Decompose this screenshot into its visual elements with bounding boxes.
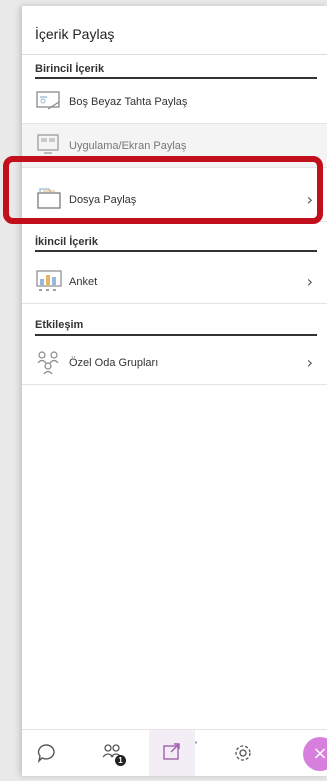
poll-label: Anket xyxy=(69,276,98,288)
share-whiteboard-label: Boş Beyaz Tahta Paylaş xyxy=(69,96,188,108)
chevron-right-icon: › xyxy=(306,353,313,372)
close-button[interactable]: × xyxy=(303,737,327,771)
panel-title: İçerik Paylaş xyxy=(35,26,115,42)
attendees-count-badge: 1 xyxy=(115,755,126,766)
section-heading-interaction: Etkileşim xyxy=(35,319,84,331)
poll-icon xyxy=(36,270,62,291)
breakout-groups-label: Özel Oda Grupları xyxy=(69,357,159,369)
chevron-right-icon: › xyxy=(306,272,313,291)
section-heading-primary: Birincil İçerik xyxy=(35,63,105,75)
breakout-groups-icon xyxy=(37,351,59,375)
share-content-button[interactable] xyxy=(149,730,195,776)
share-content-icon xyxy=(163,743,180,760)
section-rule xyxy=(35,334,317,336)
breakout-groups-item[interactable]: Özel Oda Grupları › xyxy=(22,341,327,385)
screen-share-icon xyxy=(37,134,59,154)
section-rule xyxy=(35,77,317,79)
share-app-screen-label: Uygulama/Ekran Paylaş xyxy=(69,140,187,152)
close-icon: × xyxy=(312,743,327,764)
bottom-toolbar: ▪▪▪ 1 × xyxy=(22,729,327,776)
section-rule xyxy=(35,250,317,252)
settings-button[interactable] xyxy=(228,738,258,768)
section-heading-secondary: İkincil İçerik xyxy=(35,236,98,248)
poll-item[interactable]: Anket › xyxy=(22,260,327,304)
chat-icon xyxy=(37,744,55,764)
gear-icon xyxy=(235,745,251,761)
highlight-annotation xyxy=(3,156,323,224)
share-whiteboard-item[interactable]: Boş Beyaz Tahta Paylaş xyxy=(22,80,327,124)
whiteboard-icon xyxy=(36,91,60,110)
chat-button[interactable] xyxy=(32,738,62,768)
attendees-button[interactable]: ▪▪▪ 1 xyxy=(97,738,198,768)
share-content-panel: İçerik Paylaş Birincil İçerik Boş Beyaz … xyxy=(22,6,327,776)
title-divider xyxy=(22,54,327,55)
